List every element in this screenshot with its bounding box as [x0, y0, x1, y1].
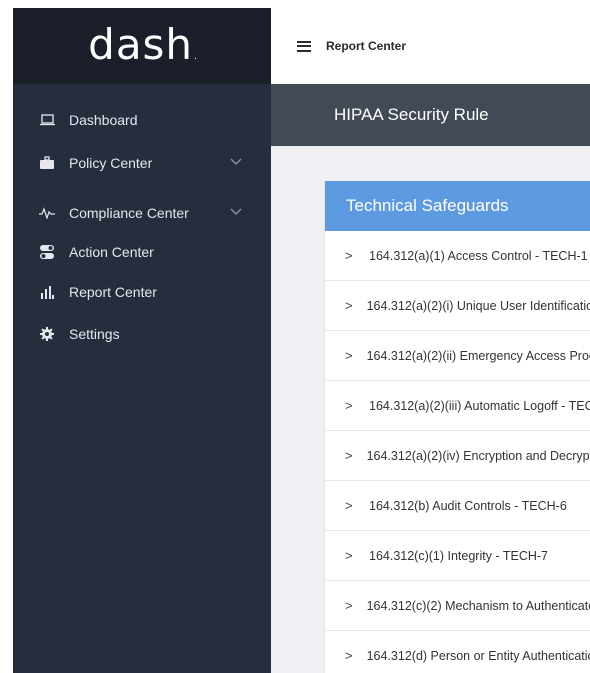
list-item-label: 164.312(c)(2) Mechanism to Authenticate …	[366, 598, 590, 613]
chevron-down-icon[interactable]	[229, 205, 243, 219]
sidebar-item-dashboard[interactable]: Dashboard	[13, 109, 271, 131]
header-title: Report Center	[326, 39, 407, 53]
sidebar-item-label: Report Center	[69, 284, 157, 300]
chevron-right-icon: >	[345, 498, 353, 513]
toggles-icon	[39, 244, 55, 260]
chevron-right-icon: >	[345, 648, 353, 663]
list-item-label: 164.312(c)(1) Integrity - TECH-7	[369, 548, 548, 563]
list-item[interactable]: >164.312(c)(2) Mechanism to Authenticate…	[325, 581, 590, 631]
sidebar-nav: Dashboard Policy Center Compliance Cente…	[13, 109, 271, 345]
list-item[interactable]: >164.312(c)(1) Integrity - TECH-7	[325, 531, 590, 581]
sidebar-item-compliance-center[interactable]: Compliance Center	[13, 202, 271, 224]
laptop-icon	[39, 112, 55, 128]
list-item[interactable]: >164.312(a)(2)(ii) Emergency Access Proc…	[325, 331, 590, 381]
hamburger-menu-icon[interactable]	[297, 40, 311, 52]
briefcase-icon	[39, 155, 55, 171]
list-item[interactable]: >164.312(b) Audit Controls - TECH-6	[325, 481, 590, 531]
technical-safeguards-panel: Technical Safeguards >164.312(a)(1) Acce…	[324, 181, 590, 673]
sidebar-item-label: Action Center	[69, 244, 154, 260]
list-item[interactable]: >164.312(a)(2)(iii) Automatic Logoff - T…	[325, 381, 590, 431]
gear-icon	[39, 326, 55, 342]
top-header: Report Center	[271, 8, 590, 84]
chevron-right-icon: >	[345, 348, 353, 363]
list-item[interactable]: >164.312(a)(2)(iv) Encryption and Decryp…	[325, 431, 590, 481]
logo-dot: .	[194, 50, 197, 62]
list-item-label: 164.312(a)(2)(i) Unique User Identificat…	[366, 298, 590, 313]
sidebar-item-label: Dashboard	[69, 112, 138, 128]
list-item-label: 164.312(d) Person or Entity Authenticati…	[366, 648, 590, 663]
chevron-right-icon: >	[345, 248, 353, 263]
sidebar: dash. Dashboard Policy Center Compliance…	[13, 8, 271, 673]
list-item-label: 164.312(a)(2)(iv) Encryption and Decrypt…	[366, 448, 590, 463]
page-title: HIPAA Security Rule	[334, 105, 489, 124]
chevron-right-icon: >	[345, 298, 353, 313]
list-item-label: 164.312(b) Audit Controls - TECH-6	[369, 498, 567, 513]
sidebar-item-label: Compliance Center	[69, 205, 189, 221]
bar-chart-icon	[39, 284, 55, 300]
chevron-right-icon: >	[345, 598, 353, 613]
chevron-right-icon: >	[345, 548, 353, 563]
sidebar-item-policy-center[interactable]: Policy Center	[13, 152, 271, 174]
sidebar-item-report-center[interactable]: Report Center	[13, 281, 271, 303]
main-content: Technical Safeguards >164.312(a)(1) Acce…	[271, 146, 590, 673]
page-title-band: HIPAA Security Rule	[271, 84, 590, 146]
logo-area[interactable]: dash.	[13, 8, 271, 84]
chevron-right-icon: >	[345, 398, 353, 413]
app-frame: dash. Dashboard Policy Center Compliance…	[13, 8, 590, 673]
list-item-label: 164.312(a)(2)(iii) Automatic Logoff - TE…	[369, 398, 590, 413]
sidebar-item-label: Policy Center	[69, 155, 153, 171]
chevron-down-icon[interactable]	[229, 155, 243, 169]
list-item-label: 164.312(a)(1) Access Control - TECH-1	[369, 248, 588, 263]
chevron-right-icon: >	[345, 448, 353, 463]
list-item-label: 164.312(a)(2)(ii) Emergency Access Proce…	[366, 348, 590, 363]
pulse-icon	[39, 205, 55, 221]
list-item[interactable]: >164.312(a)(1) Access Control - TECH-1	[325, 231, 590, 281]
sidebar-item-label: Settings	[69, 326, 120, 342]
sidebar-item-settings[interactable]: Settings	[13, 323, 271, 345]
safeguard-list: >164.312(a)(1) Access Control - TECH-1 >…	[325, 231, 590, 673]
list-item[interactable]: >164.312(d) Person or Entity Authenticat…	[325, 631, 590, 673]
dash-logo: dash	[88, 19, 194, 69]
list-item[interactable]: >164.312(a)(2)(i) Unique User Identifica…	[325, 281, 590, 331]
sidebar-item-action-center[interactable]: Action Center	[13, 241, 271, 263]
panel-header: Technical Safeguards	[325, 181, 590, 231]
